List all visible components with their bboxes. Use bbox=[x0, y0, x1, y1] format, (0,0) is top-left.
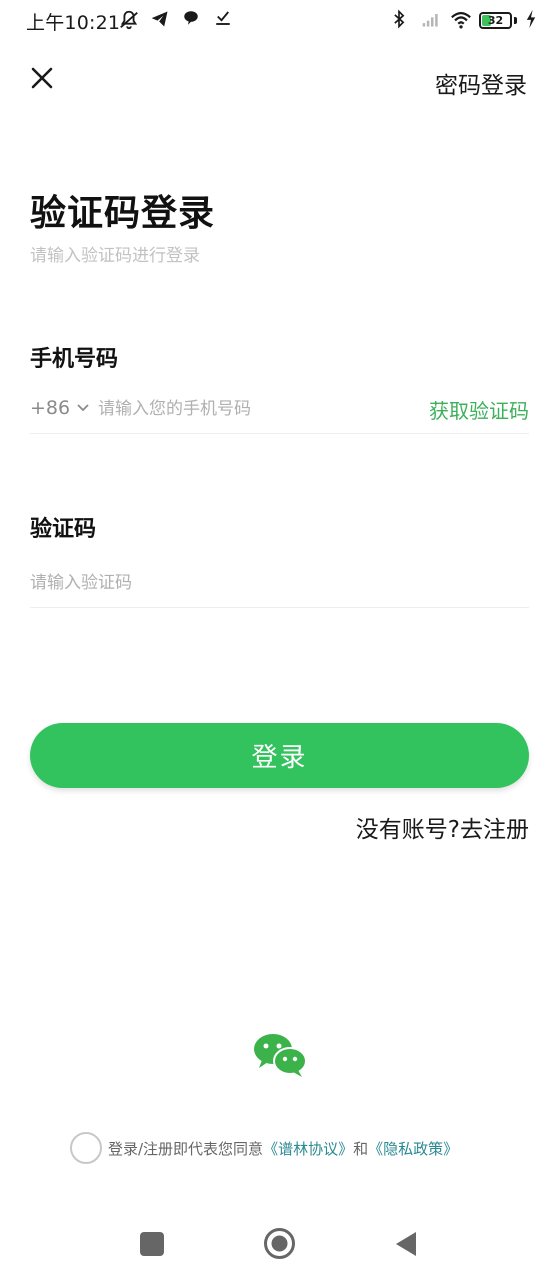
phone-label: 手机号码 bbox=[30, 347, 119, 372]
status-bar: 上午10:21 32 bbox=[0, 0, 559, 44]
country-code-value: +86 bbox=[30, 397, 71, 419]
register-link[interactable]: 没有账号?去注册 bbox=[356, 810, 529, 844]
system-nav-bar bbox=[0, 1210, 559, 1280]
wechat-icon bbox=[254, 1034, 307, 1077]
charging-bolt-icon bbox=[525, 9, 537, 31]
chevron-down-icon bbox=[77, 404, 89, 412]
notification-icons bbox=[118, 9, 236, 31]
status-time: 上午10:21 bbox=[26, 12, 121, 34]
phone-input[interactable] bbox=[98, 394, 388, 424]
agreement-checkbox[interactable] bbox=[70, 1132, 102, 1164]
page-subtitle: 请输入验证码进行登录 bbox=[30, 246, 200, 266]
recent-apps-icon[interactable] bbox=[140, 1232, 164, 1256]
wechat-login-button[interactable] bbox=[252, 1032, 308, 1078]
signal-icon bbox=[419, 9, 441, 31]
phone-row: +86 获取验证码 bbox=[30, 384, 529, 434]
get-code-button[interactable]: 获取验证码 bbox=[429, 395, 529, 424]
agreement-prefix: 登录/注册即代表您同意 bbox=[108, 1139, 264, 1158]
system-icons: 32 bbox=[389, 9, 537, 31]
agreement-conjunction: 和 bbox=[353, 1139, 369, 1158]
wifi-icon bbox=[449, 9, 471, 31]
login-screen: 上午10:21 32 密码登录 验证码登录 请输入验证码进行登录 手机号码 +8… bbox=[0, 0, 559, 1280]
privacy-link[interactable]: 《隐私政策》 bbox=[368, 1138, 458, 1159]
login-button[interactable]: 登录 bbox=[30, 723, 529, 788]
page-title: 验证码登录 bbox=[30, 193, 216, 234]
password-login-link[interactable]: 密码登录 bbox=[435, 66, 527, 100]
chat-bubble-icon bbox=[182, 9, 204, 31]
terms-link[interactable]: 《谱林协议》 bbox=[263, 1138, 353, 1159]
bluetooth-icon bbox=[389, 9, 411, 31]
close-icon bbox=[31, 67, 53, 89]
battery-level: 32 bbox=[487, 13, 504, 27]
code-input[interactable] bbox=[30, 568, 430, 598]
back-icon[interactable] bbox=[394, 1230, 418, 1258]
code-label: 验证码 bbox=[30, 517, 97, 542]
home-icon[interactable] bbox=[263, 1227, 296, 1260]
agreement-row: 登录/注册即代表您同意 《谱林协议》 和 《隐私政策》 bbox=[70, 1132, 458, 1164]
country-code-selector[interactable]: +86 bbox=[30, 397, 90, 419]
close-button[interactable] bbox=[26, 62, 60, 96]
battery-icon: 32 bbox=[479, 11, 517, 29]
telegram-icon bbox=[150, 9, 172, 31]
code-row bbox=[30, 558, 529, 608]
mute-bell-icon bbox=[118, 9, 140, 31]
download-check-icon bbox=[214, 9, 236, 31]
